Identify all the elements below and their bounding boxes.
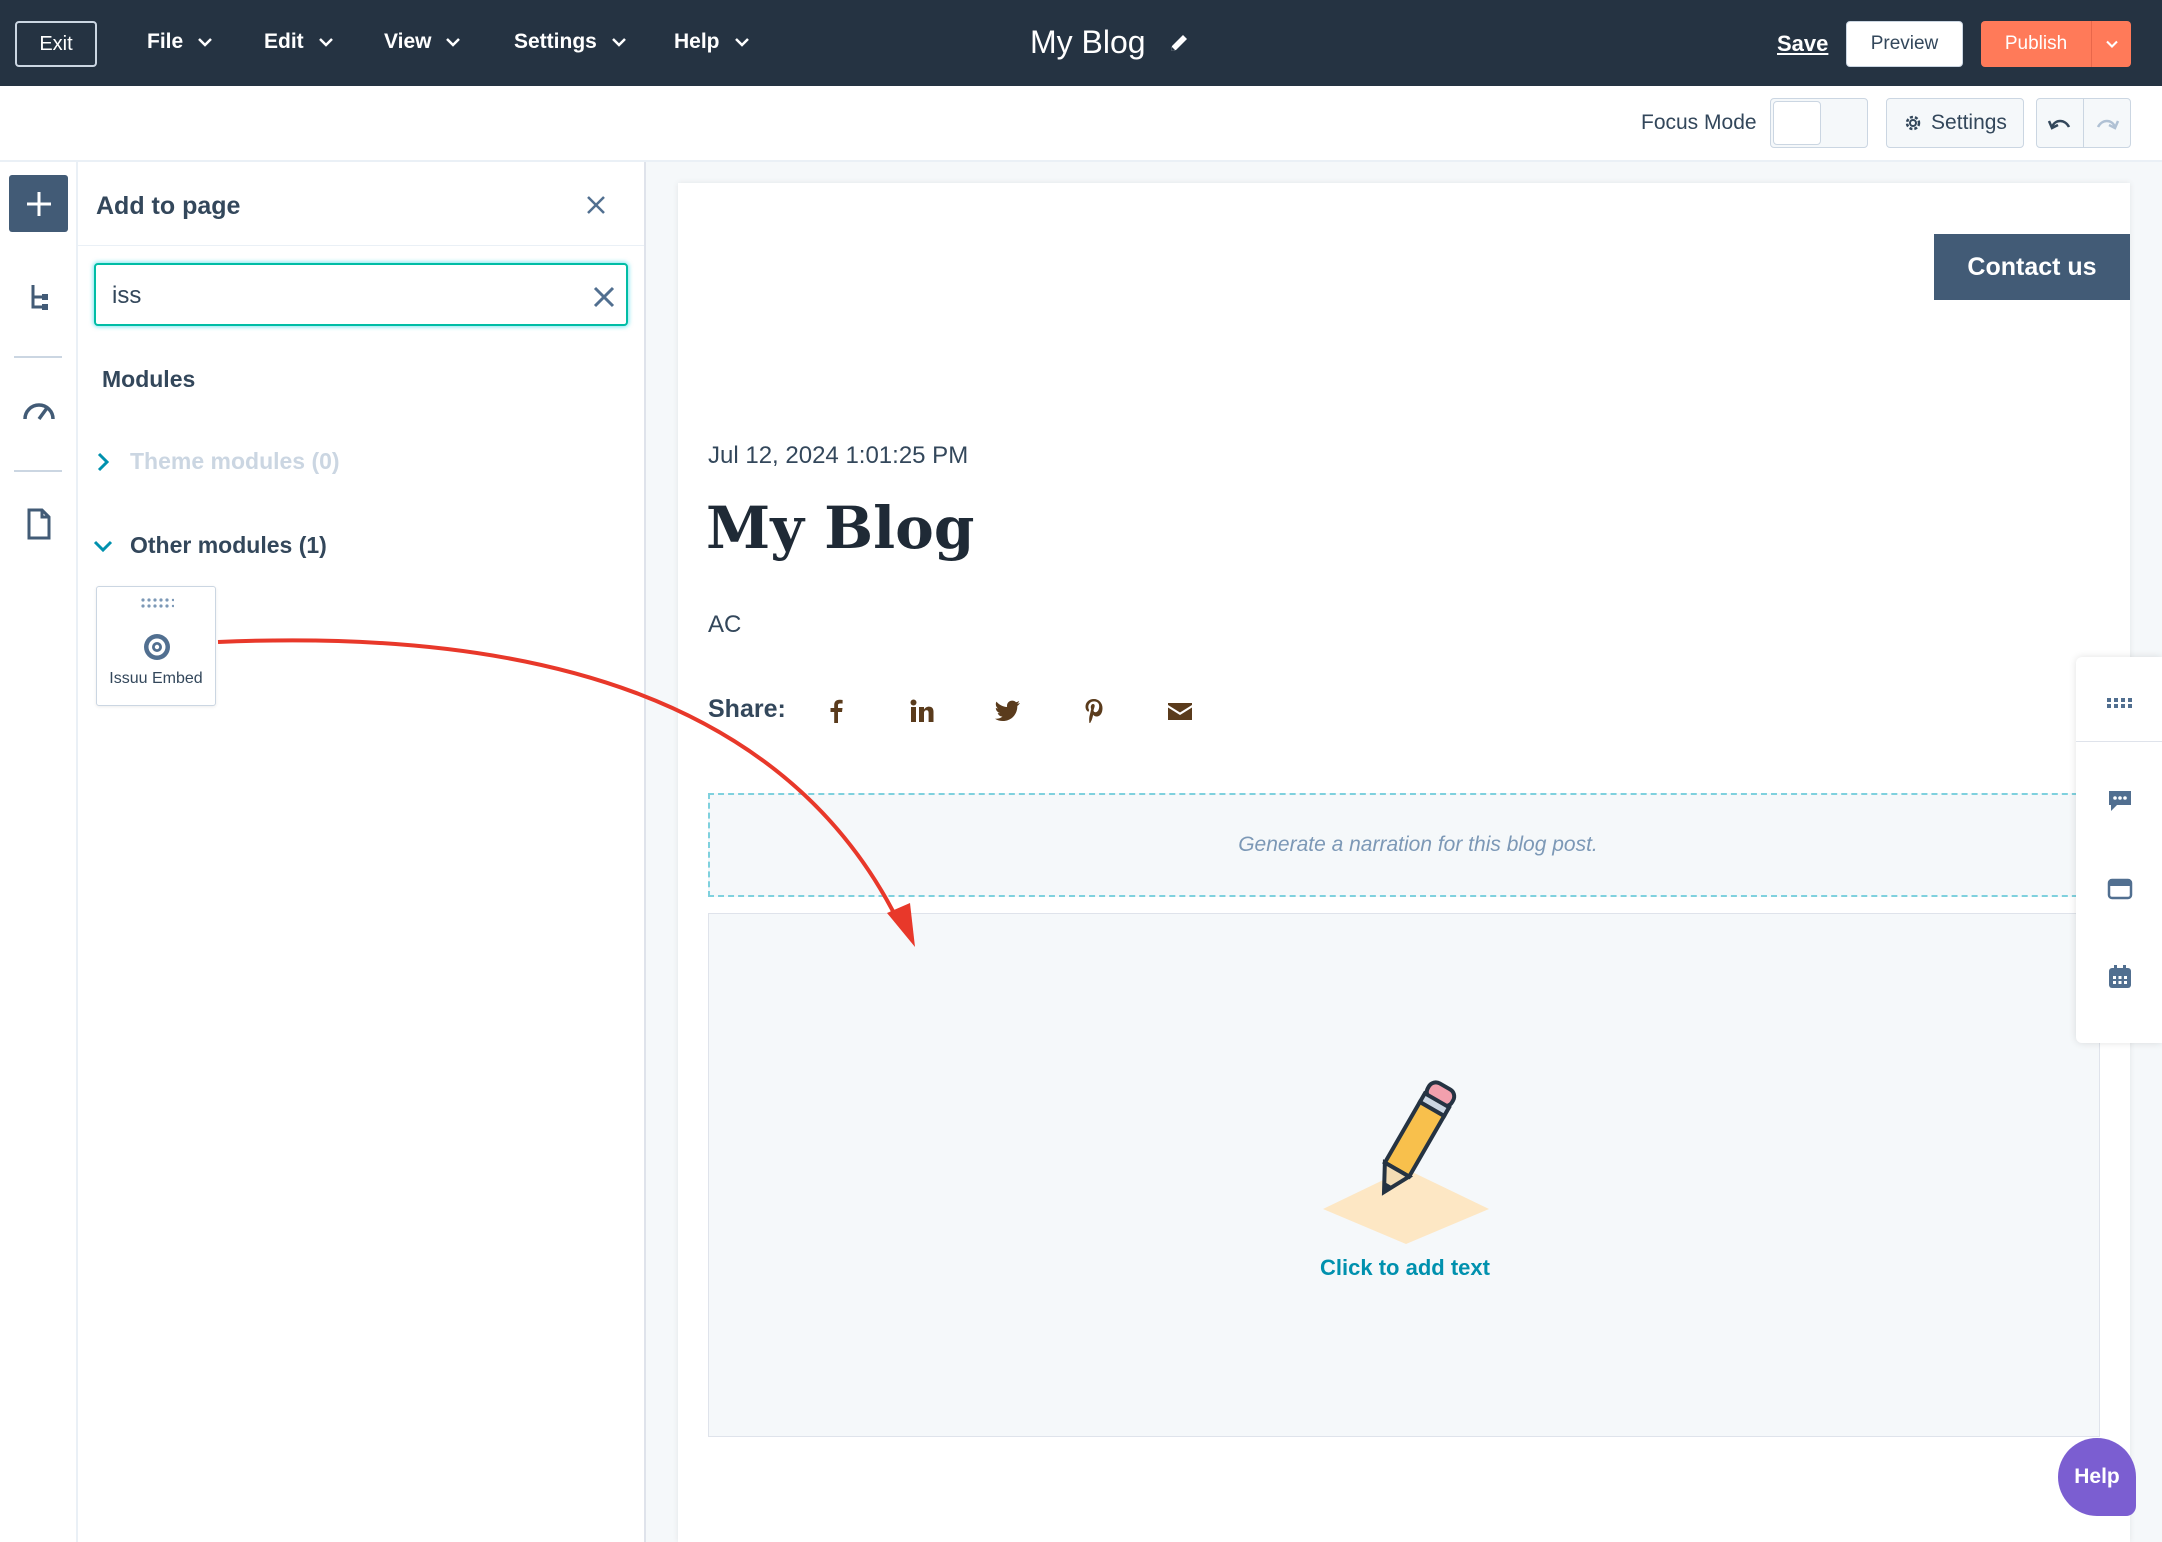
drag-handle-icon <box>141 598 174 608</box>
gauge-icon <box>23 403 55 421</box>
rail-divider <box>14 470 62 472</box>
linkedin-icon[interactable] <box>908 697 936 725</box>
undo-redo-group <box>2036 98 2131 148</box>
editor-toolbar: Focus Mode Settings <box>0 86 2162 162</box>
click-to-add-text-link[interactable]: Click to add text <box>709 1255 2101 1281</box>
rich-text-placeholder[interactable]: Click to add text <box>708 913 2100 1437</box>
menu-file-label: File <box>147 30 184 53</box>
page-info-button[interactable] <box>22 507 56 541</box>
exit-button[interactable]: Exit <box>15 21 97 67</box>
narration-module[interactable]: Generate a narration for this blog post. <box>708 793 2128 897</box>
left-rail <box>0 162 78 1542</box>
category-label: Other modules (1) <box>130 532 327 558</box>
panel-title: Add to page <box>96 192 241 220</box>
gear-icon <box>1905 115 1921 131</box>
right-tool-dock <box>2076 657 2162 1043</box>
post-title[interactable]: My Blog <box>706 494 974 562</box>
chevron-down-icon <box>2105 40 2118 48</box>
chevron-down-icon <box>446 38 461 47</box>
settings-label: Settings <box>1931 111 2007 134</box>
chevron-down-icon <box>198 38 213 47</box>
menu-file[interactable]: File <box>147 30 213 54</box>
plus-icon <box>26 191 51 216</box>
pencil-illustration-icon <box>1323 1080 1489 1244</box>
modules-heading: Modules <box>102 366 196 392</box>
pencil-icon[interactable] <box>1168 32 1190 54</box>
menu-view[interactable]: View <box>384 30 461 54</box>
issuu-icon <box>144 634 170 660</box>
menu-settings-label: Settings <box>514 30 597 53</box>
redo-icon <box>2096 119 2120 130</box>
calendar-icon[interactable] <box>2106 963 2134 991</box>
publish-button[interactable]: Publish <box>1981 33 2091 55</box>
add-to-page-panel: Add to page iss Modules Theme modules (0… <box>78 162 646 1542</box>
menu-edit[interactable]: Edit <box>264 30 334 54</box>
optimize-button[interactable] <box>22 394 56 428</box>
undo-button[interactable] <box>2037 99 2084 147</box>
layers-tree-button[interactable] <box>22 280 56 314</box>
category-theme-modules[interactable]: Theme modules (0) <box>92 448 340 475</box>
undo-icon <box>2047 119 2071 130</box>
panel-header: Add to page <box>78 162 644 246</box>
redo-button[interactable] <box>2084 99 2130 147</box>
chat-icon[interactable] <box>2106 787 2134 815</box>
menu-settings[interactable]: Settings <box>514 30 627 54</box>
browser-window-icon[interactable] <box>2106 875 2134 903</box>
toggle-knob <box>1773 101 1821 145</box>
menu-view-label: View <box>384 30 432 53</box>
menu-edit-label: Edit <box>264 30 304 53</box>
page-title-group: My Blog <box>1030 24 1190 61</box>
save-button[interactable]: Save <box>1777 31 1828 57</box>
email-icon[interactable] <box>1166 697 1194 725</box>
top-bar: Exit File Edit View Settings Help My Blo… <box>0 0 2162 86</box>
publish-button-group: Publish <box>1981 21 2131 67</box>
twitter-icon[interactable] <box>994 697 1022 725</box>
module-search-input[interactable]: iss <box>94 263 628 326</box>
chevron-down-icon <box>93 540 113 552</box>
narration-text: Generate a narration for this blog post. <box>1238 833 1598 856</box>
close-icon[interactable] <box>584 193 608 217</box>
chevron-down-icon <box>734 38 749 47</box>
category-label: Theme modules (0) <box>130 448 340 474</box>
focus-mode-toggle[interactable] <box>1770 98 1868 148</box>
editor-window: Exit File Edit View Settings Help My Blo… <box>0 0 2162 1542</box>
clear-search-icon[interactable] <box>592 285 616 309</box>
publish-options-button[interactable] <box>2092 39 2131 49</box>
help-button[interactable]: Help <box>2058 1438 2136 1516</box>
rail-divider <box>14 356 62 358</box>
search-value: iss <box>112 282 142 309</box>
share-label: Share: <box>708 695 786 723</box>
preview-button[interactable]: Preview <box>1846 21 1963 67</box>
category-other-modules[interactable]: Other modules (1) <box>92 532 327 559</box>
grid-dots-icon[interactable] <box>2106 689 2134 717</box>
facebook-icon[interactable] <box>822 697 850 725</box>
focus-mode-label: Focus Mode <box>1641 111 1757 134</box>
post-date: Jul 12, 2024 1:01:25 PM <box>708 442 969 469</box>
module-card-issuu-embed[interactable]: Issuu Embed <box>96 586 216 706</box>
chevron-down-icon <box>318 38 333 47</box>
tree-icon <box>31 285 48 310</box>
page-title: My Blog <box>1030 24 1146 60</box>
add-button[interactable] <box>9 175 68 232</box>
dock-divider <box>2076 741 2162 742</box>
post-author: AC <box>708 611 742 638</box>
pinterest-icon[interactable] <box>1080 697 1108 725</box>
chevron-down-icon <box>611 38 626 47</box>
settings-button[interactable]: Settings <box>1886 98 2024 148</box>
module-card-label: Issuu Embed <box>109 670 203 687</box>
contact-us-button[interactable]: Contact us <box>1934 234 2130 300</box>
menu-help[interactable]: Help <box>674 30 750 54</box>
chevron-right-icon <box>97 452 110 471</box>
menu-help-label: Help <box>674 30 720 53</box>
document-icon <box>27 508 51 540</box>
